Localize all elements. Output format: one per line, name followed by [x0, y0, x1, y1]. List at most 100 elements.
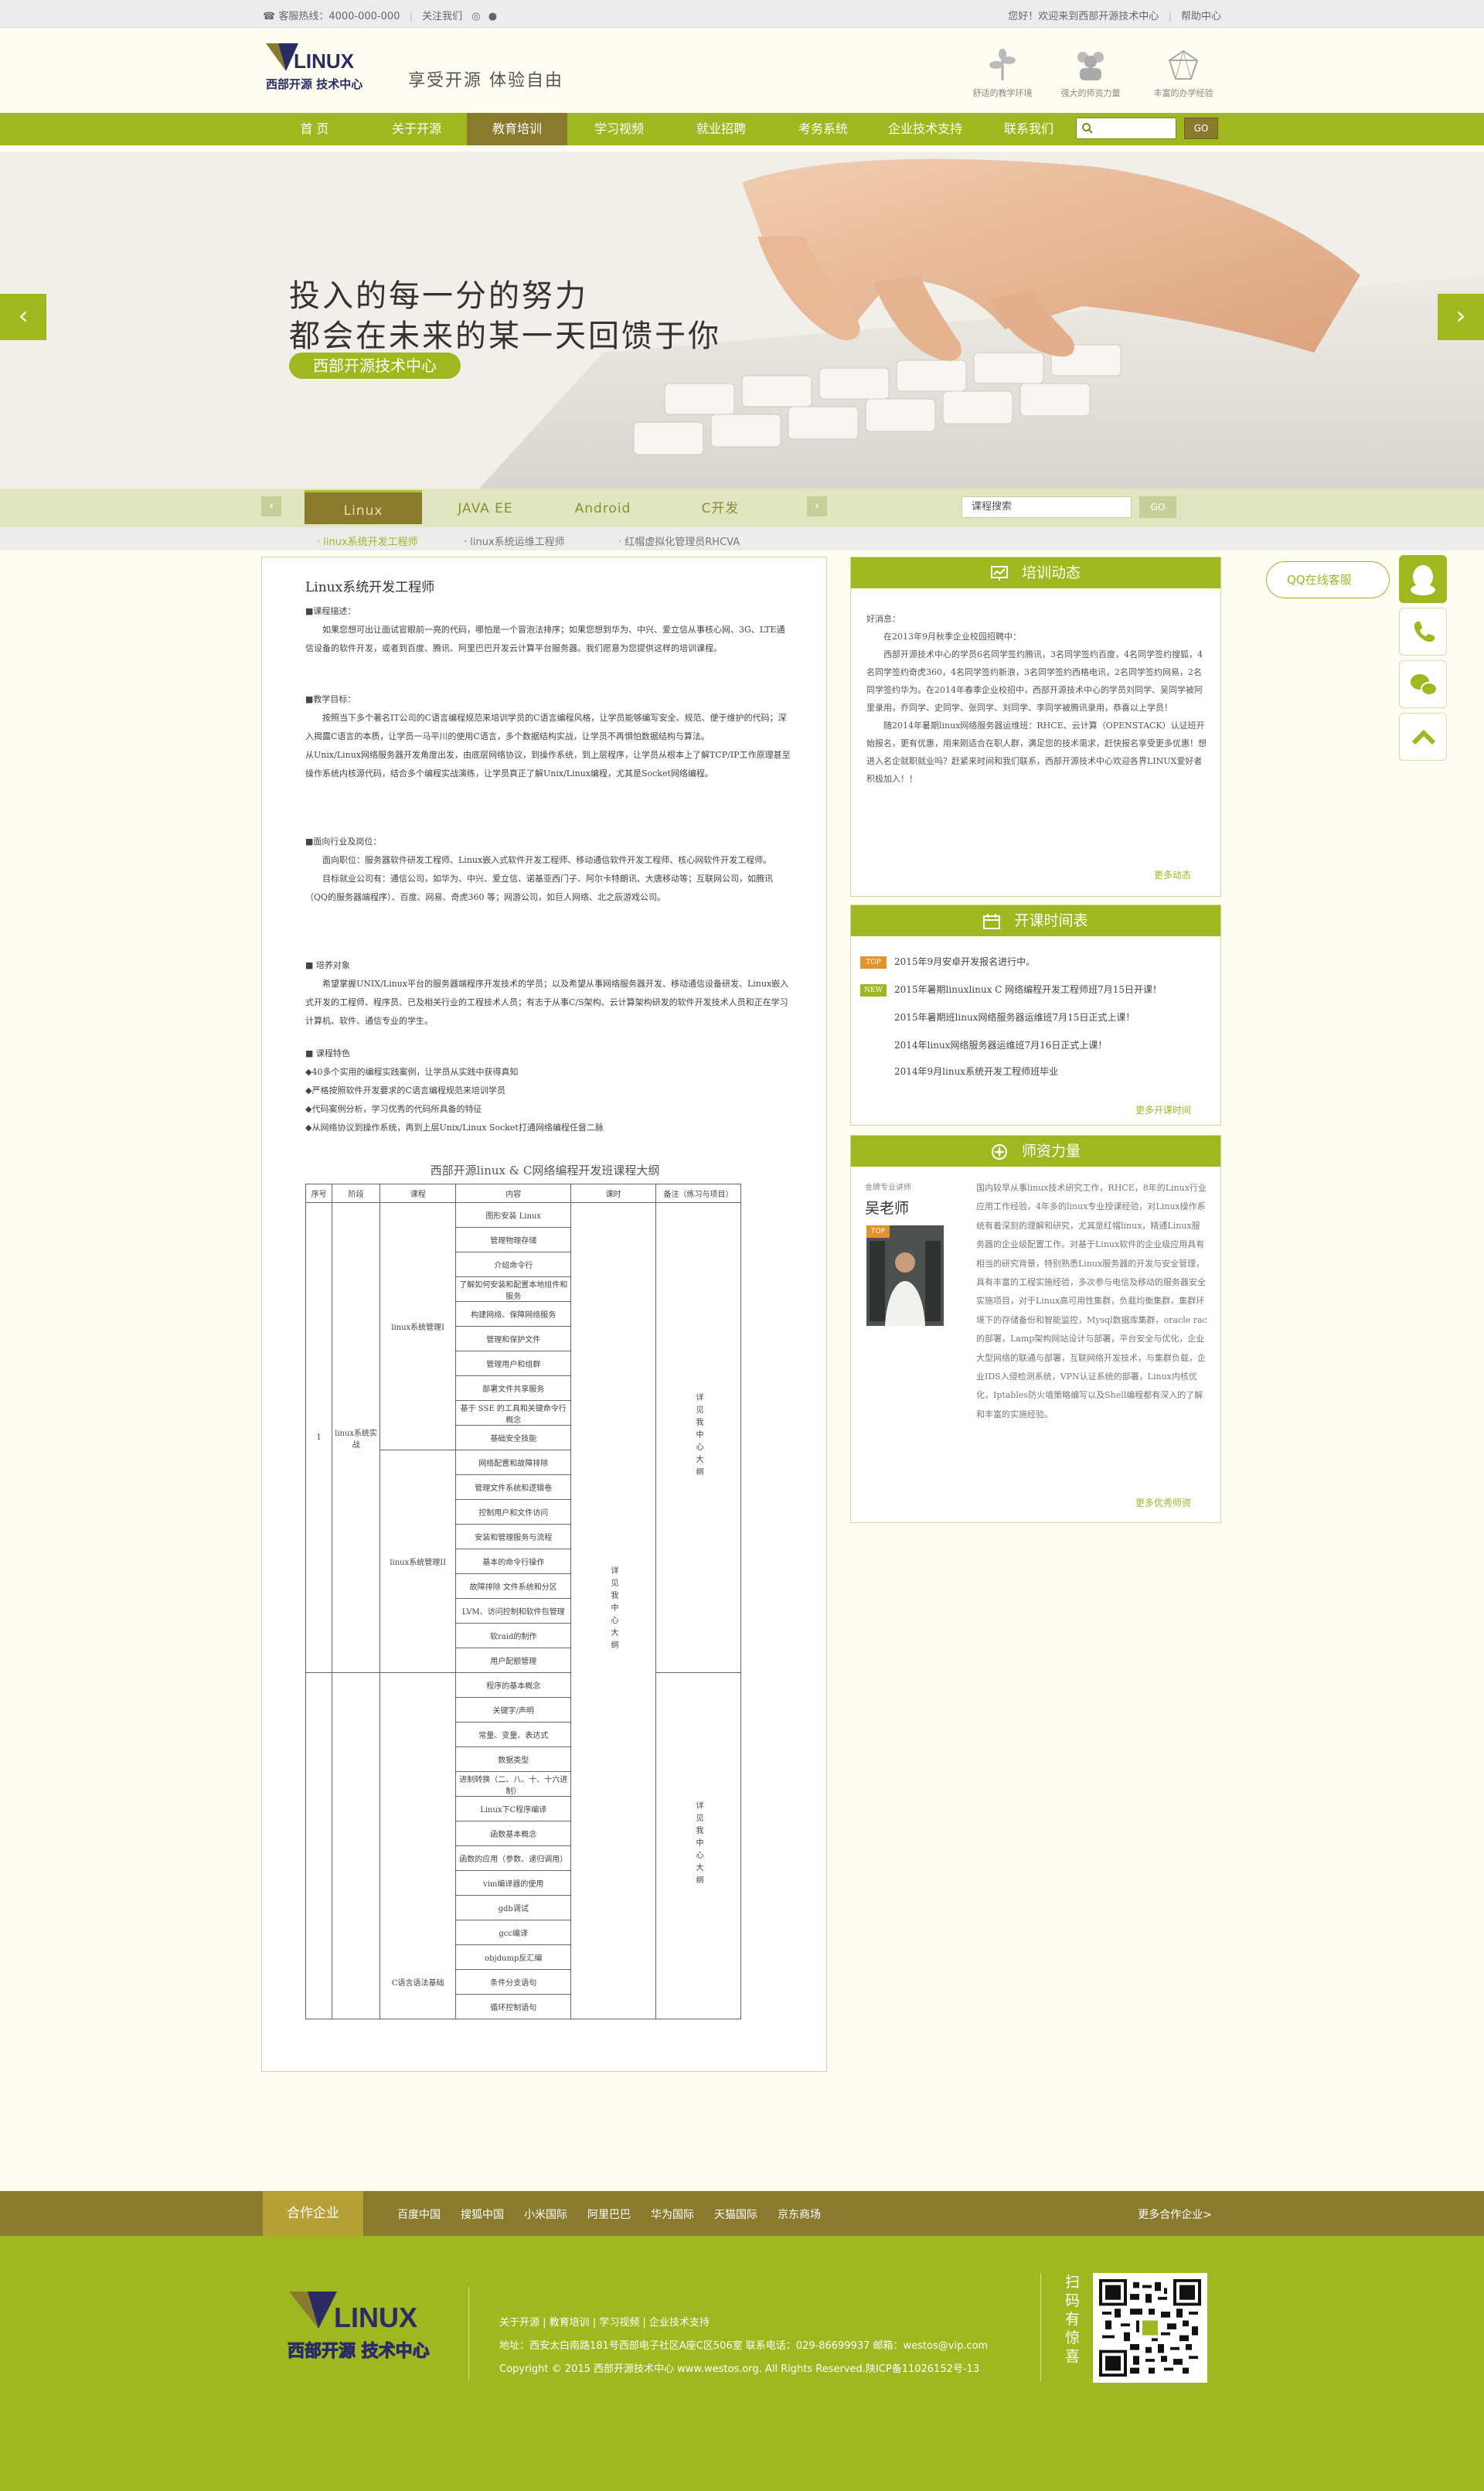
teacher-photo: TOP [866, 1225, 944, 1326]
tab-c-dev[interactable]: C开发 [662, 490, 779, 524]
schedule-item[interactable]: 2015年暑期班linux网络服务器运维班7月15日正式上课！ [860, 1010, 1135, 1024]
banner-prev-button[interactable]: ‹ [0, 294, 46, 340]
teachers-panel-title: 师资力量 [1022, 1143, 1081, 1160]
schedule-item[interactable]: 2014年9月linux系统开发工程师班毕业 [860, 1065, 1058, 1079]
nav-item-contact[interactable]: 联系我们 [979, 113, 1079, 145]
nav-item-about[interactable]: 关于开源 [366, 113, 467, 145]
nav-item-enterprise-support[interactable]: 企业技术支持 [875, 113, 975, 145]
footer-address: 地址：西安太白南路181号西部电子社区A座C区506室 联系电话：029-866… [499, 2340, 989, 2352]
table-cell-course: C语言语法基础 [379, 1672, 457, 2019]
tab-linux[interactable]: Linux [305, 490, 422, 524]
feature-teachers: 强大的师资力量 [1056, 48, 1125, 99]
table-cell-item: 基本的命令行操作 [455, 1549, 571, 1574]
hours-text: 详见我中心大纲 [608, 1566, 618, 1653]
table-cell-item: 程序的基本概念 [455, 1672, 571, 1698]
teachers-panel-header: 师资力量 [851, 1136, 1220, 1167]
nav-item-jobs[interactable]: 就业招聘 [671, 113, 771, 145]
schedule-more-link[interactable]: 更多开课时间 [1135, 1103, 1191, 1116]
teachers-more-link[interactable]: 更多优秀师资 [1135, 1496, 1191, 1509]
partner-link[interactable]: 华为国际 [651, 2206, 694, 2222]
partner-link[interactable]: 搜狐中国 [461, 2206, 504, 2222]
back-to-top-button[interactable] [1399, 713, 1447, 761]
schedule-panel: 开课时间表 TOP 2015年9月安卓开发报名进行中。 NEW 2015年暑期lin… [850, 905, 1221, 1126]
weibo-icon[interactable]: ◎ [471, 11, 480, 22]
section-goals: ■教学目标： 按照当下多个著名IT公司的C语言编程规范来培训学员的C语言编程风格… [305, 690, 792, 783]
search-icon [1082, 123, 1093, 134]
table-cell-course: linux系统管理II [379, 1450, 457, 1673]
wechat-button[interactable] [1399, 660, 1447, 708]
course-search-button[interactable]: GO [1139, 496, 1176, 518]
svg-text:LINUX: LINUX [294, 49, 355, 73]
partners-more-link[interactable]: 更多合作企业> [1138, 2206, 1212, 2222]
partner-link[interactable]: 百度中国 [397, 2206, 441, 2222]
follow-us-link[interactable]: 关注我们 [422, 11, 462, 22]
qq-service-button[interactable]: QQ在线客服 [1266, 561, 1390, 598]
footer-links[interactable]: 关于开源 | 教育培训 | 学习视频 | 企业技术支持 [499, 2314, 710, 2329]
table-cell-item: 管理物理存储 [455, 1227, 571, 1252]
table-cell-item: 条件分支语句 [455, 1969, 571, 1995]
table-cell-stage: linux系统实战 [332, 1202, 380, 1673]
table-cell-item: 介绍命令行 [455, 1252, 571, 1277]
table-cell-item: 函数的应用（参数、递归调用） [455, 1845, 571, 1871]
section-description: ■课程描述： 如果您想可出让面试官眼前一亮的代码，哪怕是一个冒泡法排序；如果您想… [305, 602, 792, 658]
nav-item-exam[interactable]: 考务系统 [773, 113, 873, 145]
plant-icon [989, 49, 1016, 80]
chevron-right-icon: › [1455, 301, 1466, 330]
section-body: 希望掌握UNIX/Linux平台的服务器端程序开发技术的学员；以及希望从事网络服… [305, 979, 789, 1026]
partner-link[interactable]: 天猫国际 [714, 2206, 757, 2222]
schedule-item[interactable]: 2014年linux网络服务器运维班7月16日正式上课！ [860, 1038, 1107, 1052]
tab-java-ee[interactable]: JAVA EE [427, 490, 544, 524]
table-cell-item: 控制用户和文件访问 [455, 1499, 571, 1525]
site-logo[interactable]: LINUX 西部开源 技术中心 [263, 40, 371, 101]
course-search-input[interactable]: 课程搜索 [962, 496, 1132, 518]
feature-label: 强大的师资力量 [1060, 88, 1121, 98]
qq-service-icon-button[interactable] [1399, 555, 1447, 603]
table-cell-item: 函数基本概念 [455, 1821, 571, 1846]
table-header: 序号 [305, 1184, 333, 1203]
phone-icon: ☎ [263, 11, 276, 22]
table-cell-no: 1 [305, 1202, 333, 1673]
nav-item-home[interactable]: 首 页 [264, 113, 365, 145]
tabs-prev-button[interactable]: ‹ [261, 496, 281, 516]
schedule-item-text: 2015年暑期linuxlinux C 网络编程开发工程师班7月15日开课！ [894, 984, 1162, 995]
tab-android[interactable]: Android [544, 490, 662, 524]
tabs-next-button[interactable]: › [807, 496, 827, 516]
schedule-item-text: 2014年9月linux系统开发工程师班毕业 [894, 1066, 1059, 1077]
header-slogan: 享受开源 体验自由 [408, 71, 563, 90]
remark-text: 详见我中心大纲 [694, 1801, 703, 1888]
subnav-item-linux-ops[interactable]: · linux系统运维工程师 [464, 533, 565, 548]
feature-experience: 丰富的办学经验 [1149, 48, 1218, 99]
teacher-name: 吴老师 [865, 1200, 910, 1217]
partners-bar: 合作企业 百度中国 搜狐中国 小米国际 阿里巴巴 华为国际 天猫国际 京东商场 … [0, 2191, 1484, 2236]
schedule-item-text: 2015年9月安卓开发报名进行中。 [894, 956, 1036, 967]
table-cell-remark: 详见我中心大纲 [655, 1202, 741, 1673]
schedule-item[interactable]: TOP 2015年9月安卓开发报名进行中。 [860, 955, 1035, 969]
nav-search-button[interactable]: GO [1184, 118, 1218, 139]
help-center-link[interactable]: 帮助中心 [1181, 11, 1221, 22]
nav-item-videos[interactable]: 学习视频 [569, 113, 669, 145]
table-cell-item: 网络配置和故障排除 [455, 1450, 571, 1475]
course-tab-bar: ‹ Linux JAVA EE Android C开发 › [0, 489, 1484, 527]
top-badge: TOP [860, 956, 887, 969]
subnav-item-rhcva[interactable]: · 红帽虚拟化管理员RHCVA [618, 533, 740, 548]
table-cell-item: 用户配额管理 [455, 1648, 571, 1673]
banner-headline-2: 都会在未来的某一天回馈于你 [289, 319, 721, 354]
news-panel: 培训动态 好消息： 在2013年9月秋季企业校园招聘中： 西部开源技术中心的学员… [850, 557, 1221, 897]
phone-button[interactable] [1399, 608, 1447, 656]
calendar-icon [983, 913, 1001, 929]
partner-link[interactable]: 小米国际 [524, 2206, 567, 2222]
news-paragraph: 在2013年9月秋季企业校园招聘中： [883, 632, 1021, 642]
banner-next-button[interactable]: › [1438, 294, 1484, 340]
schedule-item[interactable]: NEW 2015年暑期linuxlinux C 网络编程开发工程师班7月15日开课… [860, 983, 1162, 997]
table-cell-hours: 详见我中心大纲 [570, 1202, 657, 2019]
feature-line: ◆从网络协议到操作系统，再到上层Unix/Linux Socket打通网络编程任… [305, 1123, 604, 1133]
news-more-link[interactable]: 更多动态 [1154, 868, 1191, 881]
nav-item-training[interactable]: 教育培训 [467, 113, 567, 145]
subnav-item-linux-dev[interactable]: · linux系统开发工程师 [317, 533, 418, 548]
nav-search-input[interactable] [1076, 118, 1176, 139]
partner-link[interactable]: 京东商场 [778, 2206, 821, 2222]
table-cell-item: gcc编译 [455, 1920, 571, 1945]
compass-icon [991, 1143, 1007, 1160]
partner-link[interactable]: 阿里巴巴 [587, 2206, 631, 2222]
wechat-icon[interactable]: ● [488, 11, 497, 22]
